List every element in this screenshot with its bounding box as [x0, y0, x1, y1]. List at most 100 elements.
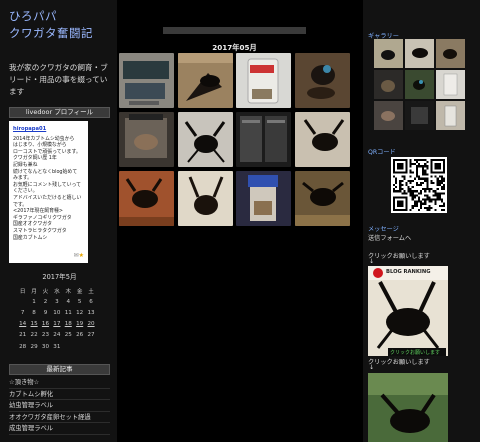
blog-ranking-banner[interactable]: BLOG RANKING クリックお願いします: [368, 266, 448, 356]
ranking-banner-2[interactable]: [368, 373, 448, 442]
calendar-weekday: 土: [88, 288, 94, 295]
gallery-thumb[interactable]: [374, 101, 403, 130]
recent-post-link[interactable]: 幼虫管理ラベル: [9, 400, 110, 412]
blog-title[interactable]: ひろパパ クワガタ奮闘記: [9, 8, 114, 42]
profile-bio-line: はじまり、小規模ながら: [13, 142, 67, 149]
calendar-day[interactable]: 20: [85, 319, 96, 330]
gallery-thumb[interactable]: [405, 101, 434, 130]
down-arrow-icon: ↓: [369, 258, 375, 265]
gallery-thumb[interactable]: [436, 39, 465, 68]
right-sidebar: ギャラリー QRコード メッセージ 送信フォームへ クリックお願いします ↓ B…: [363, 0, 480, 442]
photo-thumb[interactable]: [177, 112, 233, 167]
calendar-day: 11: [64, 309, 72, 316]
calendar-empty-cell: [63, 341, 74, 352]
gallery-thumb[interactable]: [436, 70, 465, 99]
qr-code-image: [391, 157, 447, 213]
profile-bio-line: みます。: [13, 175, 33, 182]
profile-bio-line: 続けてなんとなくblog始めて: [13, 168, 78, 175]
blog-title-line1[interactable]: ひろパパ: [9, 8, 114, 25]
calendar-day[interactable]: 14: [17, 319, 28, 330]
ranking-banner-text: BLOG RANKING: [386, 269, 430, 275]
down-arrow-icon: ↓: [369, 364, 375, 371]
photo-thumb[interactable]: [177, 53, 233, 108]
profile-bio-line: 国産オオクワガタ: [13, 221, 53, 228]
recent-posts-header: 最新記事: [9, 364, 110, 375]
message-form-link[interactable]: 送信フォームへ: [368, 233, 411, 242]
calendar-weekday: 月: [31, 288, 37, 295]
photo-thumb[interactable]: [236, 112, 291, 167]
profile-bio-line: アドバイスいただけると嬉しい: [13, 194, 82, 201]
star-icon[interactable]: ★: [79, 252, 84, 260]
calendar-weekday: 火: [42, 288, 49, 295]
calendar-day: 7: [20, 309, 25, 316]
calendar-day: 2: [43, 298, 48, 305]
qr-heading: QRコード: [368, 149, 396, 156]
calendar-day: 29: [30, 343, 38, 350]
calendar-day: 12: [76, 309, 84, 316]
photo-thumb[interactable]: [294, 53, 350, 108]
photo-thumb[interactable]: [236, 171, 291, 226]
calendar-day: 6: [89, 298, 93, 305]
calendar-weekday: 水: [54, 288, 60, 295]
calendar-day: 8: [32, 309, 36, 316]
photo-thumb[interactable]: [294, 112, 350, 167]
calendar-empty-cell: [17, 296, 28, 307]
calendar-day: 1: [32, 298, 36, 305]
gallery-thumb[interactable]: [405, 70, 434, 99]
profile-card: hiropapa01 2014年カブトムシ幼虫から はじまり、小規模ながら ローコス…: [9, 121, 88, 263]
blog-description: 我が家のクワガタの飼育・ブリード・用品の事を綴っています: [9, 63, 108, 96]
recent-post-link[interactable]: オオクワガタ産卵セット経過: [9, 412, 110, 424]
gallery-thumb[interactable]: [405, 39, 434, 68]
photo-thumb[interactable]: [119, 112, 174, 167]
photo-thumb[interactable]: [236, 53, 291, 108]
calendar-day[interactable]: 18: [63, 319, 74, 330]
ranking-banner-caption: クリックお願いします: [390, 349, 440, 356]
profile-bio-line: 記録も兼ね: [13, 161, 38, 168]
calendar-day[interactable]: 17: [51, 319, 62, 330]
profile-bio: 2014年カブトムシ幼虫から はじまり、小規模ながら ローコストで頑張っています。ク…: [13, 136, 85, 242]
calendar-day[interactable]: 19: [74, 319, 85, 330]
photo-thumb[interactable]: [177, 171, 233, 226]
photo-thumb[interactable]: [294, 171, 350, 226]
calendar-day: 21: [19, 332, 27, 339]
photo-thumb[interactable]: [119, 53, 174, 108]
recent-post-link[interactable]: カブトムシ孵化: [9, 389, 110, 401]
message-heading: メッセージ: [368, 226, 399, 233]
calendar-day: 13: [87, 309, 95, 316]
profile-icons: ✉★: [74, 253, 84, 260]
gallery-thumb[interactable]: [374, 70, 403, 99]
gallery-thumb[interactable]: [436, 101, 465, 130]
top-ad-bar: [163, 27, 306, 34]
blog-title-line2[interactable]: クワガタ奮闘記: [9, 25, 114, 42]
calendar-day: 25: [64, 332, 72, 339]
profile-bio-line: 国産カブトムシ: [13, 234, 48, 241]
calendar-day: 27: [87, 332, 95, 339]
profile-bio-line: クワガタ飼い歴 1年: [13, 155, 57, 162]
profile-header: livedoor プロフィール: [9, 107, 110, 118]
left-sidebar: ひろパパ クワガタ奮闘記 我が家のクワガタの飼育・ブリード・用品の事を綴っていま…: [0, 0, 117, 442]
gallery-thumb[interactable]: [374, 39, 403, 68]
calendar-day: 23: [41, 332, 50, 339]
photo-thumb[interactable]: [119, 171, 174, 226]
calendar-day: 22: [30, 332, 38, 339]
calendar-day: 10: [53, 309, 61, 316]
calendar-empty-cell: [85, 341, 96, 352]
photo-grid: [119, 53, 351, 226]
calendar-weekday: 木: [65, 288, 72, 295]
recent-posts-list: ☆頂き物☆ カブトムシ孵化 幼虫管理ラベル オオクワガタ産卵セット経過 成虫管理ラベル: [9, 377, 110, 435]
calendar-empty-cell: [74, 341, 85, 352]
calendar-title: 2017年5月: [42, 273, 77, 281]
calendar-day: 30: [41, 343, 50, 350]
calendar-day[interactable]: 16: [40, 319, 51, 330]
calendar-day: 31: [53, 343, 61, 350]
calendar-day: 24: [53, 332, 61, 339]
calendar-weekday: 日: [19, 288, 26, 295]
profile-bio-line: <2017年現在飼育種>: [13, 208, 63, 215]
recent-post-link[interactable]: 成虫管理ラベル: [9, 423, 110, 435]
profile-name-link[interactable]: hiropapa01: [13, 126, 85, 133]
calendar: 日月火水木金土 1 2 3 4 5 6 7 8 9 10 11 12 13 14 15 16 17 18 19 20 21…: [17, 285, 97, 352]
calendar-day: 26: [76, 332, 84, 339]
recent-post-link[interactable]: ☆頂き物☆: [9, 377, 110, 389]
calendar-day[interactable]: 15: [28, 319, 39, 330]
calendar-weekday: 金: [76, 288, 83, 295]
